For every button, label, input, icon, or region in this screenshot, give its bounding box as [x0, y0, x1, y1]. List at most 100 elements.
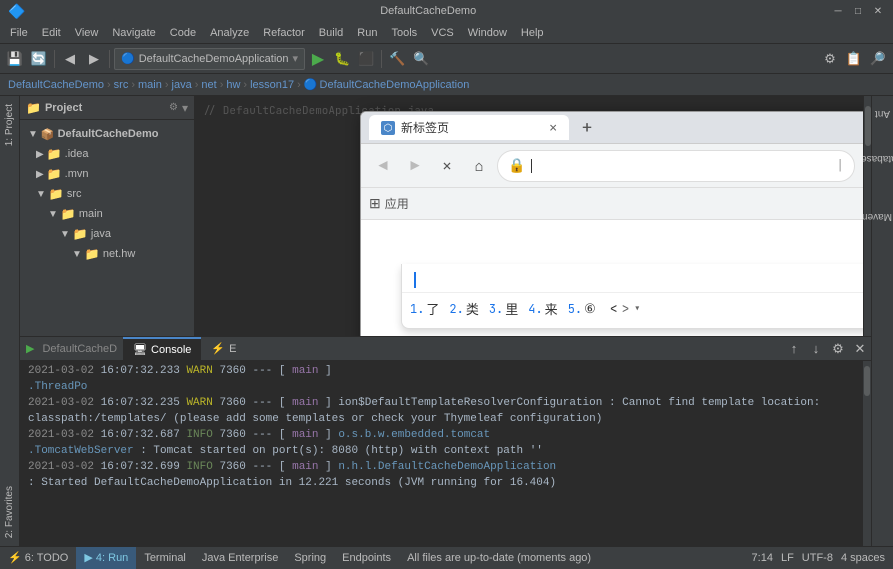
- event-icon: ⚡: [211, 342, 225, 355]
- breadcrumb-classname[interactable]: DefaultCacheDemoApplication: [320, 79, 470, 91]
- code-area[interactable]: // DefaultCacheDemoApplication.java ⬡ 新标…: [195, 96, 863, 336]
- menu-analyze[interactable]: Analyze: [204, 25, 255, 41]
- java-enterprise-button[interactable]: Java Enterprise: [194, 547, 286, 569]
- save-all-button[interactable]: 💾: [4, 48, 26, 70]
- tree-src[interactable]: ▼ 📁 src: [20, 184, 194, 204]
- menu-vcs[interactable]: VCS: [425, 25, 460, 41]
- project-panel-header: 📁 Project ⚙ ▾: [20, 96, 194, 120]
- bottom-close-button[interactable]: ✕: [849, 338, 871, 360]
- breadcrumb-hw[interactable]: hw: [226, 79, 240, 91]
- back-button[interactable]: ◀: [59, 48, 81, 70]
- console-scrollbar-track[interactable]: [863, 361, 871, 546]
- indent-setting[interactable]: 4 spaces: [841, 552, 885, 564]
- settings-button[interactable]: ⚙: [819, 48, 841, 70]
- autocomplete-suggestions: 1. 了 2. 类 3.: [402, 293, 863, 324]
- terminal-button[interactable]: Terminal: [136, 547, 194, 569]
- stop-button[interactable]: ⬛: [355, 48, 377, 70]
- suggestion-4[interactable]: 4. 来: [528, 299, 563, 318]
- suggestion-5[interactable]: 5. ⑥: [568, 300, 602, 317]
- cursor-position[interactable]: 7:14: [752, 552, 773, 564]
- browser-window: ⬡ 新标签页 ✕ + ─ □ ✕: [360, 111, 863, 336]
- bottom-settings-button[interactable]: ⚙: [827, 338, 849, 360]
- browser-home-button[interactable]: ⌂: [465, 152, 493, 180]
- breadcrumb-lesson17[interactable]: lesson17: [250, 79, 294, 91]
- new-tab-button[interactable]: +: [573, 116, 601, 140]
- breadcrumb-src[interactable]: src: [114, 79, 129, 91]
- menu-edit[interactable]: Edit: [36, 25, 67, 41]
- breadcrumb-main[interactable]: main: [138, 79, 162, 91]
- suggestion-expand[interactable]: ▾: [633, 300, 641, 317]
- run-config-dropdown[interactable]: 🔵 DefaultCacheDemoApplication ▾: [114, 48, 305, 70]
- tree-main[interactable]: ▼ 📁 main: [20, 204, 194, 224]
- suggestion-nav-right[interactable]: >: [622, 300, 630, 317]
- down-scroll-button[interactable]: ↓: [805, 338, 827, 360]
- tree-idea-label: .idea: [65, 148, 89, 160]
- run-status-button[interactable]: ▶ 4: Run: [76, 547, 136, 569]
- tree-mvn[interactable]: ▶ 📁 .mvn: [20, 164, 194, 184]
- run-config-label: DefaultCacheDemoApplication: [139, 53, 289, 65]
- search-button[interactable]: 🔍: [410, 48, 432, 70]
- suggestion-2[interactable]: 2. 类: [449, 299, 484, 318]
- browser-tab[interactable]: ⬡ 新标签页 ✕: [369, 115, 569, 140]
- run-tab-label: DefaultCacheD: [42, 343, 117, 355]
- console-line-4: classpath:/templates/ (please add some t…: [28, 411, 863, 427]
- project-layout-icon[interactable]: ▾: [182, 101, 188, 115]
- ant-tab[interactable]: Ant: [867, 101, 893, 122]
- favorites-tab[interactable]: 2: Favorites: [0, 478, 19, 546]
- close-button[interactable]: ✕: [871, 4, 885, 18]
- minimize-button[interactable]: ─: [831, 4, 845, 18]
- todo-status-button[interactable]: ⚡ 6: TODO: [0, 547, 76, 569]
- tree-java-icon: 📁: [73, 227, 88, 241]
- browser-forward-button[interactable]: ▶: [401, 152, 429, 180]
- tree-idea[interactable]: ▶ 📁 .idea: [20, 144, 194, 164]
- menu-navigate[interactable]: Navigate: [106, 25, 161, 41]
- breadcrumb-net[interactable]: net: [201, 79, 216, 91]
- breadcrumb-defaultcachedemo[interactable]: DefaultCacheDemo: [8, 79, 104, 91]
- browser-content: S 1.: [361, 220, 863, 336]
- build-button[interactable]: 🔨: [386, 48, 408, 70]
- console-tab[interactable]: 🖥 Console: [123, 337, 201, 361]
- layout-button[interactable]: 📋: [843, 48, 865, 70]
- browser-address-bar[interactable]: 🔒 |: [497, 150, 855, 182]
- endpoints-button[interactable]: Endpoints: [334, 547, 399, 569]
- spring-button[interactable]: Spring: [286, 547, 334, 569]
- run-button[interactable]: ▶: [307, 48, 329, 70]
- sync-button[interactable]: 🔄: [28, 48, 50, 70]
- line-ending[interactable]: LF: [781, 552, 794, 564]
- find-button[interactable]: 🔎: [867, 48, 889, 70]
- menu-run[interactable]: Run: [351, 25, 383, 41]
- project-settings-icon[interactable]: ⚙: [169, 102, 178, 113]
- menu-tools[interactable]: Tools: [385, 25, 423, 41]
- project-tab[interactable]: 1: Project: [0, 96, 19, 154]
- debug-button[interactable]: 🐛: [331, 48, 353, 70]
- menu-refactor[interactable]: Refactor: [257, 25, 311, 41]
- menu-view[interactable]: View: [69, 25, 105, 41]
- suggestion-nav-left[interactable]: <: [610, 300, 618, 317]
- console-output[interactable]: 2021-03-02 16:07:32.233 WARN 7360 --- [ …: [20, 361, 871, 546]
- browser-back-button[interactable]: ◀: [369, 152, 397, 180]
- event-tab[interactable]: ⚡ E: [201, 337, 246, 361]
- browser-stop-button[interactable]: ✕: [433, 152, 461, 180]
- breadcrumb-java[interactable]: java: [172, 79, 192, 91]
- encoding[interactable]: UTF-8: [802, 552, 833, 564]
- tree-root[interactable]: ▼ 📦 DefaultCacheDemo: [20, 124, 194, 144]
- tree-java[interactable]: ▼ 📁 java: [20, 224, 194, 244]
- forward-button[interactable]: ▶: [83, 48, 105, 70]
- menu-code[interactable]: Code: [164, 25, 202, 41]
- menu-build[interactable]: Build: [313, 25, 349, 41]
- tree-nethw[interactable]: ▼ 📁 net.hw: [20, 244, 194, 264]
- bookmarks-apps-label[interactable]: 应用: [385, 195, 409, 212]
- up-scroll-button[interactable]: ↑: [783, 338, 805, 360]
- menu-file[interactable]: File: [4, 25, 34, 41]
- suggestion-3[interactable]: 3. 里: [489, 299, 524, 318]
- menu-window[interactable]: Window: [462, 25, 513, 41]
- browser-tab-close-button[interactable]: ✕: [549, 119, 557, 136]
- editor-row: 📁 Project ⚙ ▾ ▼ 📦 DefaultCacheDemo: [20, 96, 871, 336]
- autocomplete-input[interactable]: [402, 268, 863, 293]
- console-scrollbar-thumb[interactable]: [864, 366, 870, 396]
- tree-nethw-label: net.hw: [103, 248, 135, 260]
- suggestion-1[interactable]: 1. 了: [410, 299, 445, 318]
- address-cursor-pos: |: [836, 157, 844, 174]
- menu-help[interactable]: Help: [515, 25, 550, 41]
- maximize-button[interactable]: □: [851, 4, 865, 18]
